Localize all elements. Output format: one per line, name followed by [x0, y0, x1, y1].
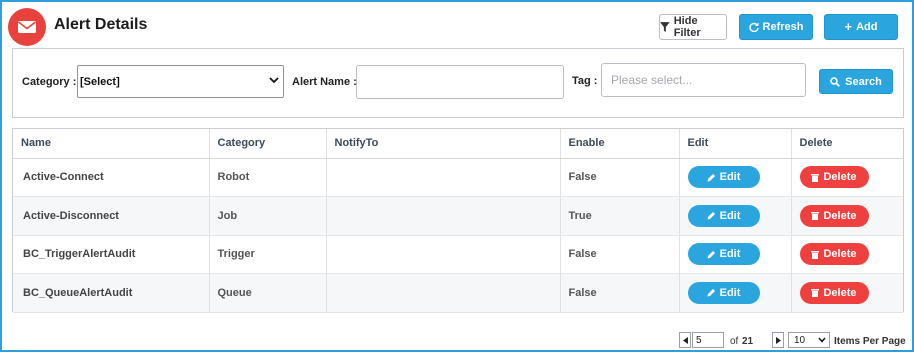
trash-icon	[811, 250, 820, 259]
table-row: Active-Disconnect Job True Edit Delete	[13, 196, 903, 236]
delete-cell: Delete	[791, 235, 903, 274]
column-header-enable[interactable]: Enable	[560, 129, 680, 159]
search-icon	[830, 76, 841, 87]
delete-cell: Delete	[791, 196, 903, 236]
category-value: [Select]	[80, 75, 120, 88]
add-label: Add	[856, 21, 878, 33]
delete-button[interactable]: Delete	[799, 243, 869, 266]
app-frame: Alert Details Hide Filter Refresh + Add …	[0, 0, 914, 352]
column-header-edit: Edit	[679, 129, 792, 159]
refresh-button[interactable]: Refresh	[739, 14, 813, 40]
edit-cell: Edit	[679, 196, 792, 236]
search-button[interactable]: Search	[819, 69, 893, 94]
refresh-icon	[748, 22, 759, 32]
alerts-table-panel: Name Category NotifyTo Enable Edit Delet…	[12, 128, 904, 313]
category-label: Category :	[22, 76, 77, 88]
alert-name-cell: BC_QueueAlertAudit	[13, 273, 210, 313]
of-label: of	[730, 336, 739, 347]
edit-cell: Edit	[679, 158, 792, 197]
delete-button[interactable]: Delete	[799, 166, 869, 189]
alerts-table: Name Category NotifyTo Enable Edit Delet…	[13, 129, 903, 313]
alert-name-cell: BC_TriggerAlertAudit	[13, 235, 210, 274]
category-cell: Queue	[209, 273, 327, 313]
delete-button[interactable]: Delete	[799, 204, 869, 227]
table-row: BC_QueueAlertAudit Queue False Edit Dele…	[13, 273, 903, 313]
edit-label: Edit	[719, 248, 741, 261]
delete-label: Delete	[823, 209, 857, 222]
edit-button[interactable]: Edit	[687, 204, 760, 227]
edit-cell: Edit	[679, 273, 792, 313]
caret-left-icon	[682, 336, 688, 344]
alert-name-label: Alert Name :	[292, 76, 357, 88]
pencil-icon	[707, 212, 715, 220]
table-header-row: Name Category NotifyTo Enable Edit Delet…	[13, 129, 903, 159]
pencil-icon	[707, 173, 715, 182]
delete-button[interactable]: Delete	[799, 281, 869, 304]
column-header-name[interactable]: Name	[13, 129, 210, 159]
enable-cell: False	[560, 235, 680, 274]
notify-to-cell	[326, 196, 561, 236]
enable-cell: False	[560, 273, 680, 313]
page-number-input[interactable]: 5	[692, 332, 724, 348]
tag-label: Tag :	[572, 75, 598, 87]
page-title: Alert Details	[54, 16, 148, 33]
pencil-icon	[707, 250, 715, 259]
items-per-page-select[interactable]: 10	[788, 332, 830, 348]
items-per-page-label: Items Per Page	[834, 336, 906, 347]
total-pages: 21	[742, 336, 754, 347]
enable-cell: False	[560, 158, 680, 197]
search-label: Search	[845, 75, 882, 88]
items-per-page-value: 10	[794, 334, 806, 346]
hide-filter-label: Hide Filter	[673, 15, 701, 39]
filter-icon	[660, 22, 670, 32]
category-cell: Trigger	[209, 235, 327, 274]
edit-button[interactable]: Edit	[687, 281, 760, 304]
next-page-button[interactable]	[772, 332, 784, 348]
delete-cell: Delete	[791, 273, 903, 313]
hide-filter-button[interactable]: Hide Filter	[659, 14, 727, 40]
table-row: BC_TriggerAlertAudit Trigger False Edit	[13, 235, 903, 274]
edit-cell: Edit	[679, 235, 792, 274]
alert-name-cell: Active-Connect	[13, 158, 210, 197]
edit-button[interactable]: Edit	[687, 166, 760, 189]
category-cell: Job	[209, 196, 327, 236]
envelope-icon	[8, 8, 46, 46]
chevron-down-icon	[818, 337, 826, 343]
delete-label: Delete	[823, 286, 857, 299]
refresh-label: Refresh	[762, 21, 804, 33]
tag-placeholder: Please select...	[611, 73, 693, 87]
chevron-down-icon	[269, 77, 279, 84]
pencil-icon	[707, 289, 715, 297]
delete-label: Delete	[823, 171, 857, 184]
tag-select[interactable]: Please select...	[601, 63, 806, 97]
column-header-notifyto[interactable]: NotifyTo	[326, 129, 561, 159]
alert-name-input[interactable]	[356, 65, 564, 99]
category-cell: Robot	[209, 158, 327, 197]
edit-button[interactable]: Edit	[687, 243, 760, 266]
filter-panel: Category : [Select] Alert Name : Tag : P…	[12, 48, 904, 118]
enable-cell: True	[560, 196, 680, 236]
add-button[interactable]: + Add	[824, 14, 898, 40]
notify-to-cell	[326, 235, 561, 274]
caret-right-icon	[775, 336, 781, 344]
edit-label: Edit	[719, 209, 741, 222]
trash-icon	[811, 173, 820, 182]
table-row: Active-Connect Robot False Edit Delete	[13, 158, 903, 197]
notify-to-cell	[326, 158, 561, 197]
edit-label: Edit	[719, 171, 741, 184]
category-select[interactable]: [Select]	[77, 65, 284, 98]
trash-icon	[811, 289, 820, 298]
delete-cell: Delete	[791, 158, 903, 197]
column-header-category[interactable]: Category	[209, 129, 327, 159]
plus-icon: +	[844, 19, 853, 34]
previous-page-button[interactable]	[679, 332, 691, 348]
alert-name-cell: Active-Disconnect	[13, 196, 210, 236]
column-header-delete: Delete	[791, 129, 903, 159]
notify-to-cell	[326, 273, 561, 313]
trash-icon	[811, 212, 820, 221]
edit-label: Edit	[719, 286, 741, 299]
delete-label: Delete	[823, 248, 857, 261]
